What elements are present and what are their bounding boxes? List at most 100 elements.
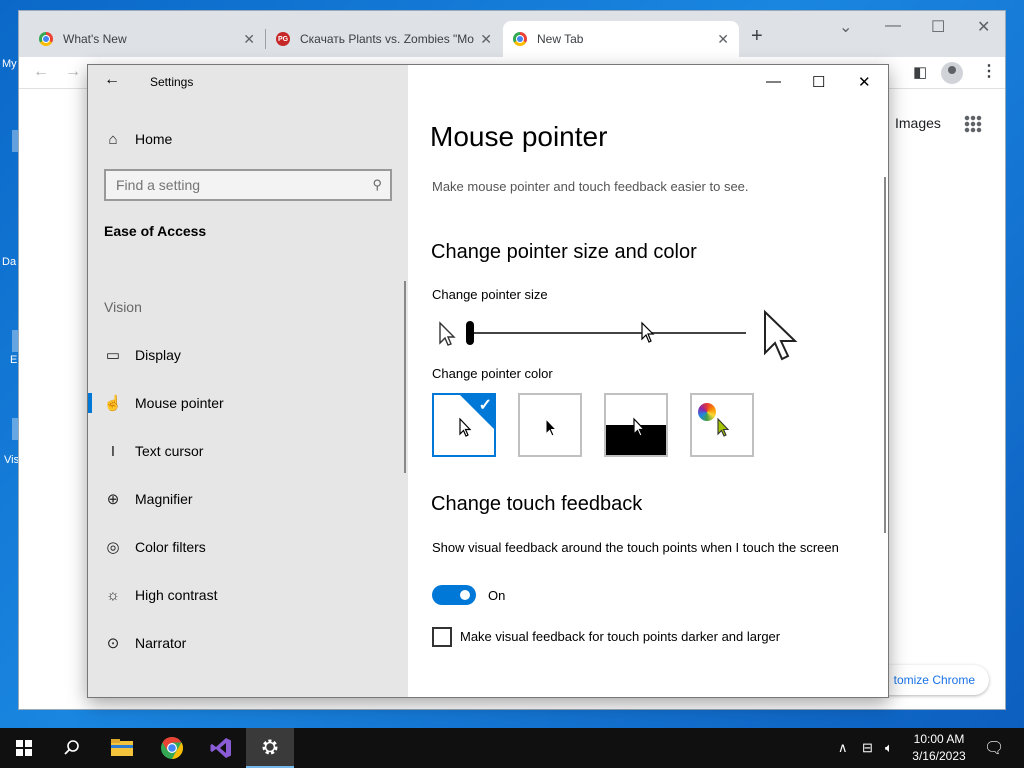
desktop-icon-label[interactable]: My [2, 58, 17, 70]
sidebar-item-narrator[interactable]: ⊙ Narrator [88, 623, 408, 663]
black-cursor-icon [545, 417, 558, 437]
pointer-color-inverted-option[interactable] [604, 393, 668, 457]
customize-chrome-button[interactable]: tomize Chrome [875, 665, 989, 695]
checkmark-icon: ✓ [478, 397, 492, 414]
sidebar-item-label: High contrast [135, 587, 218, 603]
color-filters-icon: ◎ [106, 539, 120, 556]
clock-time: 10:00 AM [913, 732, 965, 746]
sidebar-item-label: Narrator [135, 635, 187, 651]
sidebar-scrollbar[interactable] [404, 281, 406, 473]
tab-title: New Tab [537, 32, 584, 46]
close-icon[interactable]: ✕ [243, 31, 255, 48]
sidebar-item-high-contrast[interactable]: ☼ High contrast [88, 575, 408, 615]
touch-feedback-toggle[interactable] [432, 585, 476, 605]
back-arrow-icon[interactable]: ← [104, 71, 120, 89]
settings-taskbar-button[interactable] [246, 728, 294, 768]
high-contrast-icon: ☼ [106, 586, 120, 604]
page-description: Make mouse pointer and touch feedback ea… [432, 179, 749, 194]
search-icon [64, 740, 79, 755]
tab-search-icon[interactable]: ⌄ [839, 17, 852, 37]
touch-feedback-heading: Change touch feedback [431, 493, 643, 515]
notifications-icon[interactable]: 🗨︎ [984, 738, 1004, 758]
chrome-icon [513, 32, 527, 46]
start-button[interactable] [0, 728, 48, 768]
chrome-icon [161, 737, 183, 759]
images-link[interactable]: Images [895, 115, 941, 131]
network-icon[interactable]: ⊟ [862, 740, 873, 756]
tab-title: What's New [63, 32, 127, 46]
browser-tab-new-tab[interactable]: New Tab ✕ [503, 21, 739, 57]
back-arrow-icon[interactable]: ← [33, 63, 49, 81]
minimize-icon[interactable]: — [885, 17, 901, 35]
display-icon: ▭ [105, 347, 121, 364]
search-input[interactable] [116, 177, 356, 193]
inverted-cursor-icon [633, 417, 646, 437]
settings-sidebar: ← Settings ⌂ Home ⚲ Ease of Access Visio… [88, 65, 408, 697]
page-title: Mouse pointer [430, 121, 608, 152]
desktop-icon-label[interactable]: Da [2, 256, 16, 268]
pointer-color-custom-option[interactable] [690, 393, 754, 457]
close-icon[interactable]: ✕ [480, 31, 492, 48]
close-icon[interactable]: ✕ [717, 31, 729, 48]
volume-icon[interactable]: 🔈︎ [885, 740, 893, 756]
visual-studio-button[interactable] [197, 728, 245, 768]
chevron-up-icon[interactable]: ∧ [838, 740, 848, 756]
narrator-icon: ⊙ [106, 635, 120, 652]
pointer-color-label: Change pointer color [432, 366, 553, 381]
desktop-icon-label[interactable]: Vis [4, 454, 19, 466]
menu-dots-icon[interactable]: ⋮ [981, 61, 997, 81]
sidebar-item-home[interactable]: ⌂ Home [88, 119, 408, 159]
sidebar-item-mouse-pointer[interactable]: ☝ Mouse pointer [88, 383, 408, 423]
settings-content: — ☐ ✕ Mouse pointer Make mouse pointer a… [408, 65, 888, 697]
group-label: Vision [104, 299, 142, 315]
sidebar-item-label: Display [135, 347, 181, 363]
touch-feedback-description: Show visual feedback around the touch po… [432, 540, 839, 555]
visual-studio-icon [210, 738, 231, 758]
minimize-icon[interactable]: — [766, 73, 781, 90]
browser-tab-plants-vs-zombies[interactable]: PG Скачать Plants vs. Zombies "Mo ✕ [266, 21, 502, 57]
close-window-icon[interactable]: ✕ [977, 17, 990, 37]
sidebar-item-magnifier[interactable]: ⊕ Magnifier [88, 479, 408, 519]
windows-logo-icon [16, 740, 32, 756]
clock-date: 3/16/2023 [912, 749, 966, 763]
maximize-icon[interactable]: ☐ [812, 73, 825, 91]
browser-tab-whats-new[interactable]: What's New ✕ [29, 21, 265, 57]
darker-feedback-label[interactable]: Make visual feedback for touch points da… [460, 629, 780, 644]
tab-strip: What's New ✕ PG Скачать Plants vs. Zombi… [19, 11, 1005, 57]
pointer-color-white-option[interactable]: ✓ [432, 393, 496, 457]
search-box[interactable]: ⚲ [104, 169, 392, 201]
section-heading: Ease of Access [104, 223, 207, 239]
taskbar-search-button[interactable] [48, 728, 96, 768]
customize-chrome-label: tomize Chrome [893, 673, 975, 687]
chrome-icon [39, 32, 53, 46]
pointer-size-label: Change pointer size [432, 287, 548, 302]
apps-grid-icon[interactable] [964, 115, 982, 133]
profile-icon[interactable] [941, 62, 963, 84]
file-explorer-button[interactable] [98, 728, 146, 768]
sidebar-item-label: Text cursor [135, 443, 204, 459]
app-title: Settings [150, 75, 194, 89]
small-cursor-icon [439, 321, 456, 346]
pointer-size-slider-thumb[interactable] [466, 321, 474, 345]
darker-feedback-checkbox[interactable] [432, 627, 452, 647]
sidebar-item-display[interactable]: ▭ Display [88, 335, 408, 375]
custom-color-cursor-icon [717, 417, 730, 437]
sidebar-item-label: Magnifier [135, 491, 193, 507]
pointer-size-slider[interactable] [470, 332, 746, 334]
close-window-icon[interactable]: ✕ [858, 73, 871, 91]
sidebar-item-color-filters[interactable]: ◎ Color filters [88, 527, 408, 567]
maximize-icon[interactable]: ☐ [931, 17, 945, 37]
text-cursor-icon: I [110, 442, 116, 460]
pointer-color-black-option[interactable] [518, 393, 582, 457]
sidebar-item-text-cursor[interactable]: I Text cursor [88, 431, 408, 471]
side-panel-icon[interactable]: ◧ [913, 63, 927, 81]
forward-arrow-icon[interactable]: → [65, 63, 81, 81]
chrome-taskbar-button[interactable] [148, 728, 196, 768]
content-scrollbar[interactable] [884, 177, 886, 533]
new-tab-button[interactable]: + [751, 25, 763, 48]
mouse-pointer-icon: ☝ [103, 395, 123, 412]
system-clock[interactable]: 10:00 AM 3/16/2023 [908, 731, 970, 765]
desktop-icon-label[interactable]: E [10, 354, 17, 366]
sidebar-item-label: Home [135, 131, 173, 147]
toggle-state-label: On [488, 588, 506, 603]
